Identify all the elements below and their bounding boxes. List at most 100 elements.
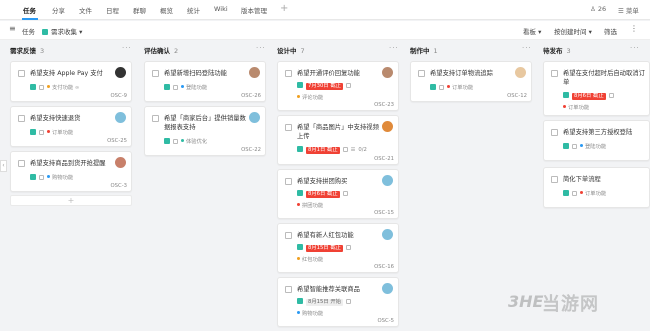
subtask-icon: ☰ (350, 147, 356, 153)
task-id: OSC-15 (374, 210, 394, 216)
task-checkbox[interactable] (152, 70, 159, 77)
note-icon (173, 85, 178, 90)
task-checkbox[interactable] (18, 115, 25, 122)
chevron-down-icon: ▾ (538, 28, 542, 36)
task-checkbox[interactable] (285, 70, 292, 77)
due-badge: 7月30日 截止 (306, 83, 343, 90)
tag-dot (580, 191, 583, 194)
task-card[interactable]: 希望有新人红包功能 8月15日 截止 红包功能 OSC-16 (277, 223, 399, 273)
avatar (382, 121, 393, 132)
tab-stats[interactable]: 统计 (187, 5, 200, 15)
add-tab-icon[interactable]: + (280, 3, 288, 14)
note-icon (345, 83, 351, 88)
tab-tasks[interactable]: 任务 (23, 5, 36, 15)
view-dropdown[interactable]: 看板 ▾ (523, 26, 541, 36)
task-card[interactable]: 希望支持 Apple Pay 支付 支付功能 ∞ OSC-9 (10, 61, 132, 102)
tag-dot (47, 175, 50, 178)
column-more-icon[interactable]: ··· (522, 44, 532, 52)
checkbox-icon (430, 84, 436, 90)
task-title: 希望支持 Apple Pay 支付 (30, 70, 103, 77)
checkbox-icon (42, 29, 48, 35)
task-checkbox[interactable] (152, 115, 159, 122)
note-icon (39, 175, 44, 180)
task-checkbox[interactable] (418, 70, 425, 77)
sort-dropdown[interactable]: 按创建时间 ▾ (554, 26, 592, 36)
avatar (382, 283, 393, 294)
note-icon (342, 191, 348, 196)
scroll-left-icon[interactable]: ‹ (0, 160, 7, 172)
task-id: OSC-25 (107, 138, 127, 144)
tab-schedule[interactable]: 日程 (106, 5, 119, 15)
task-checkbox[interactable] (285, 232, 292, 239)
filter-button[interactable]: 筛选 (604, 26, 617, 36)
task-card[interactable]: 希望新增扫码登陆功能 登陆功能 OSC-26 (144, 61, 266, 102)
task-checkbox[interactable] (551, 176, 558, 183)
avatar (382, 229, 393, 240)
board-toolbar: ≡ 任务 需求收集 ▾ 看板 ▾ 按创建时间 ▾ 筛选 ⋮ (0, 21, 650, 40)
note-icon (342, 147, 348, 152)
column-more-icon[interactable]: ··· (256, 44, 266, 52)
task-card[interactable]: 简化下单流程 订单功能 (543, 167, 650, 208)
task-title: 希望支持第三方授权登陆 (563, 129, 633, 136)
task-title: 简化下单流程 (563, 176, 601, 183)
task-title: 希望「商家后台」提供销量数据报表支持 (164, 115, 246, 131)
checkbox-icon (297, 82, 303, 88)
task-card[interactable]: 希望支持第三方授权登陆 登陆功能 (543, 120, 650, 161)
due-badge: 8月6日 截止 (572, 93, 606, 100)
task-card[interactable]: 希望支持订单物流追踪 订单功能 OSC-12 (410, 61, 532, 102)
checkbox-icon (297, 298, 303, 304)
task-meta: 8月6日 截止 (563, 92, 617, 100)
members-button[interactable]: ♙ 26 (590, 5, 606, 13)
avatar (115, 112, 126, 123)
task-meta: 登陆功能 (563, 142, 606, 150)
task-id: OSC-26 (241, 93, 261, 99)
avatar (515, 67, 526, 78)
members-icon: ♙ (590, 5, 596, 13)
checkbox-icon (30, 174, 36, 180)
task-checkbox[interactable] (285, 286, 292, 293)
due-badge: 8月1日 截止 (306, 147, 340, 154)
task-card[interactable]: 希望支持商品到货开抢提醒 购物功能 OSC-3 (10, 151, 132, 192)
tag-dot (181, 85, 184, 88)
task-meta: 购物功能 (30, 173, 73, 181)
task-card[interactable]: 希望开通评价回复功能 7月30日 截止 评论功能 OSC-23 (277, 61, 399, 111)
task-card[interactable]: 希望智能推荐关联商品 8月15日 开始 购物功能 OSC-5 (277, 277, 399, 327)
task-checkbox[interactable] (285, 124, 292, 131)
task-card[interactable]: 希望支持快速退货 订单功能 OSC-25 (10, 106, 132, 147)
tab-wiki[interactable]: Wiki (214, 5, 228, 13)
column-more-icon[interactable]: ··· (122, 44, 132, 52)
column-more-icon[interactable]: ··· (630, 44, 640, 52)
tab-files[interactable]: 文件 (79, 5, 92, 15)
tab-versions[interactable]: 版本管理 (241, 5, 267, 15)
tab-group-chat[interactable]: 群聊 (133, 5, 146, 15)
task-checkbox[interactable] (551, 70, 558, 77)
checkbox-icon (297, 146, 303, 152)
task-checkbox[interactable] (551, 129, 558, 136)
task-card[interactable]: 希望在支付超时后自动取消订单 8月6日 截止 订单功能 (543, 61, 650, 116)
column-more-icon[interactable]: ··· (389, 44, 399, 52)
plus-icon: + (67, 196, 75, 205)
note-icon (345, 299, 351, 304)
task-checkbox[interactable] (285, 178, 292, 185)
menu-icon: ☰ (618, 7, 624, 15)
task-checkbox[interactable] (18, 70, 25, 77)
tag-dot (297, 257, 300, 260)
task-checkbox[interactable] (18, 160, 25, 167)
task-meta: 订单功能 (430, 83, 473, 91)
more-icon[interactable]: ⋮ (630, 24, 638, 33)
task-card[interactable]: 希望支持拼团购买 8月6日 截止 拼团功能 OSC-15 (277, 169, 399, 219)
task-title: 希望开通评价回复功能 (297, 70, 360, 77)
tab-overview[interactable]: 概览 (160, 5, 173, 15)
add-task-button[interactable]: + (10, 195, 132, 206)
task-card[interactable]: 希望「商家后台」提供销量数据报表支持 体验优化 OSC-22 (144, 106, 266, 156)
filter-dropdown[interactable]: 需求收集 ▾ (42, 26, 82, 36)
task-tag: 评论功能 (297, 93, 323, 101)
tag-dot (47, 130, 50, 133)
tab-share[interactable]: 分享 (52, 5, 65, 15)
task-card[interactable]: 希望「商品图片」中支持视频上传 8月1日 截止 ☰ 0/2 OSC-21 (277, 115, 399, 165)
menu-button[interactable]: ☰ 菜单 (618, 5, 639, 15)
list-menu-icon[interactable]: ≡ (9, 24, 16, 33)
avatar (249, 112, 260, 123)
due-badge: 8月15日 截止 (306, 245, 343, 252)
task-title: 希望支持快速退货 (30, 115, 81, 122)
